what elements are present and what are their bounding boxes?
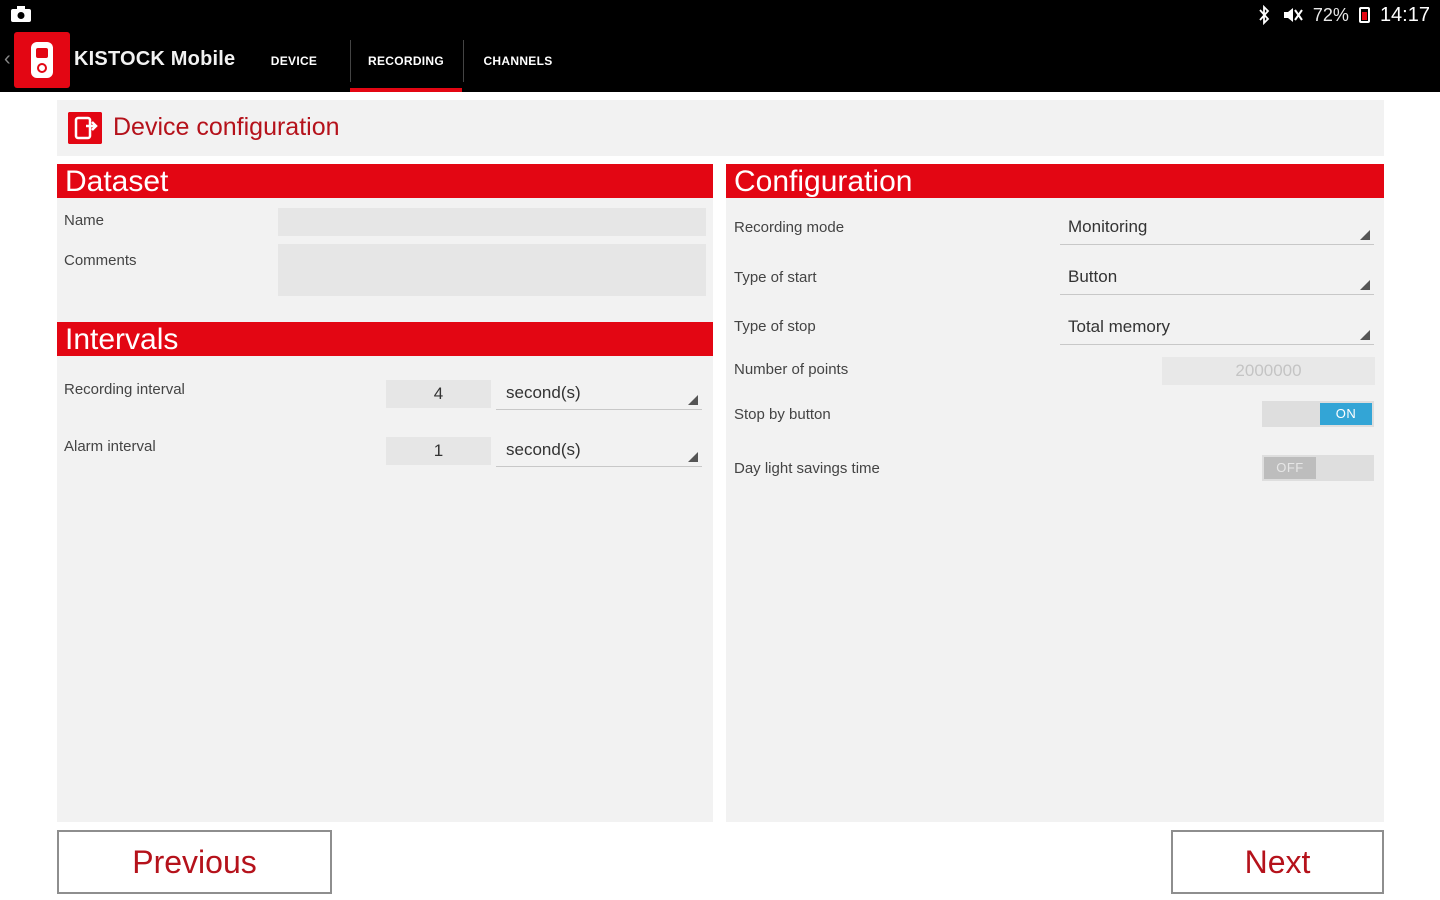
type-of-start-label: Type of start	[734, 269, 817, 286]
tab-divider	[350, 40, 351, 82]
toggle-off-knob: OFF	[1264, 457, 1316, 479]
comments-label: Comments	[64, 252, 137, 269]
recording-interval-label: Recording interval	[64, 381, 185, 398]
recording-mode-select[interactable]: Monitoring	[1060, 211, 1374, 245]
recording-mode-value: Monitoring	[1068, 217, 1148, 236]
dropdown-arrow-icon	[1360, 230, 1370, 240]
dropdown-arrow-icon	[1360, 330, 1370, 340]
device-logo-icon	[31, 42, 53, 78]
left-panel: Dataset Name Comments Intervals Recordin…	[57, 164, 713, 822]
recording-mode-label: Recording mode	[734, 219, 845, 236]
type-of-stop-select[interactable]: Total memory	[1060, 311, 1374, 345]
alarm-interval-input[interactable]: 1	[386, 437, 491, 465]
tab-bar: DEVICE RECORDING CHANNELS	[238, 30, 574, 92]
tab-device-label: DEVICE	[270, 54, 318, 68]
app-title: KISTOCK Mobile	[74, 48, 236, 70]
dataset-heading: Dataset	[57, 164, 713, 198]
name-label: Name	[64, 212, 105, 229]
tab-channels[interactable]: CHANNELS	[462, 30, 574, 92]
recording-interval-unit-select[interactable]: second(s)	[496, 378, 702, 410]
alarm-interval-label: Alarm interval	[64, 438, 156, 455]
configuration-heading: Configuration	[726, 164, 1384, 198]
tab-device[interactable]: DEVICE	[238, 30, 350, 92]
number-of-points-input: 2000000	[1162, 357, 1375, 385]
right-panel: Configuration Recording mode Monitoring …	[726, 164, 1384, 822]
alarm-interval-unit-select[interactable]: second(s)	[496, 435, 702, 467]
alarm-interval-unit-value: second(s)	[506, 440, 581, 459]
battery-icon	[1358, 7, 1370, 23]
dropdown-arrow-icon	[1360, 280, 1370, 290]
status-icons: 72% 14:17	[1257, 4, 1430, 26]
back-chevron-icon[interactable]: ‹	[4, 48, 11, 71]
stop-by-button-label: Stop by button	[734, 406, 831, 423]
action-bar: ‹ KISTOCK Mobile DEVICE RECORDING CHANNE…	[0, 30, 1440, 92]
next-button[interactable]: Next	[1171, 830, 1384, 894]
previous-button[interactable]: Previous	[57, 830, 332, 894]
dropdown-arrow-icon	[688, 452, 698, 462]
bluetooth-icon	[1259, 5, 1270, 25]
recording-interval-unit-value: second(s)	[506, 383, 581, 402]
type-of-start-select[interactable]: Button	[1060, 261, 1374, 295]
type-of-start-value: Button	[1068, 267, 1118, 286]
tab-divider	[463, 40, 464, 82]
number-of-points-label: Number of points	[734, 361, 849, 378]
dst-toggle[interactable]: OFF	[1262, 455, 1374, 481]
app-logo-icon[interactable]	[14, 32, 70, 88]
type-of-stop-label: Type of stop	[734, 318, 816, 335]
tab-recording[interactable]: RECORDING	[350, 30, 462, 92]
stop-by-button-toggle[interactable]: ON	[1262, 401, 1374, 427]
mute-icon	[1283, 8, 1303, 22]
tab-channels-label: CHANNELS	[483, 54, 553, 68]
name-input[interactable]	[278, 208, 706, 236]
clock: 14:17	[1379, 3, 1430, 26]
comments-input[interactable]	[278, 244, 706, 296]
battery-percent: 72%	[1312, 4, 1349, 25]
tab-recording-label: RECORDING	[367, 54, 445, 68]
page-header: Device configuration	[57, 100, 1384, 156]
type-of-stop-value: Total memory	[1068, 317, 1171, 336]
intervals-heading: Intervals	[57, 322, 713, 356]
screenshot-icon	[11, 6, 31, 22]
status-bar: 72% 14:17	[0, 0, 1440, 30]
dropdown-arrow-icon	[688, 395, 698, 405]
page-title: Device configuration	[113, 113, 340, 141]
toggle-on-knob: ON	[1320, 403, 1372, 425]
device-config-icon	[68, 112, 102, 144]
dst-label: Day light savings time	[734, 460, 880, 477]
recording-interval-input[interactable]: 4	[386, 380, 491, 408]
